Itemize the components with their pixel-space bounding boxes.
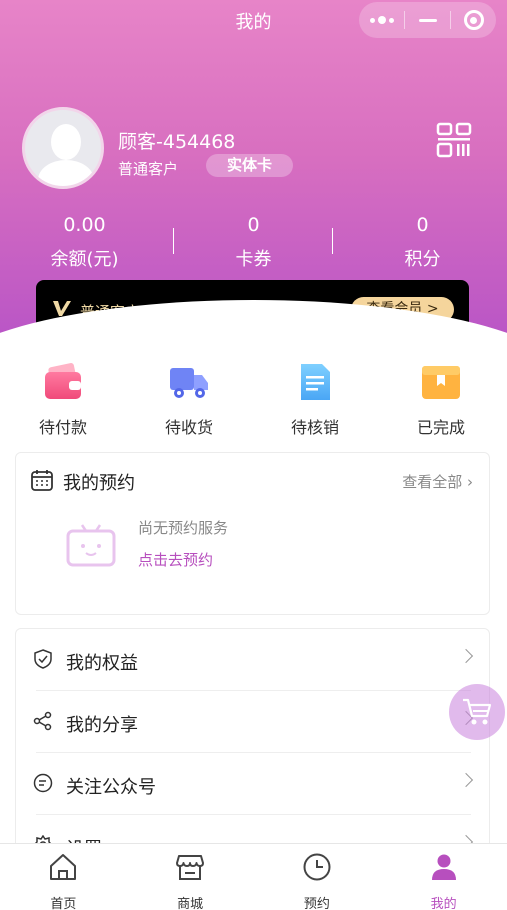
bottom-tab-bar: 首页 商城 预约 我的 — [0, 843, 507, 910]
target-icon — [463, 10, 484, 30]
avatar[interactable] — [22, 107, 104, 189]
chevron-right-icon — [458, 648, 474, 664]
stat-label: 积分 — [404, 249, 441, 270]
calendar-icon — [31, 470, 53, 491]
tab-appointment[interactable]: 预约 — [254, 844, 381, 910]
document-icon — [301, 364, 330, 400]
chevron-right-icon: › — [467, 473, 473, 491]
stat-divider — [332, 228, 333, 254]
stat-label: 卡券 — [235, 249, 272, 270]
stat-value: 0 — [416, 214, 429, 236]
tab-home[interactable]: 首页 — [0, 844, 127, 910]
settings-menu: 我的权益 我的分享 关注公众号 — [15, 628, 490, 858]
home-icon — [50, 854, 77, 880]
menu-label: 关注公众号 — [66, 777, 156, 798]
order-pending-verification[interactable]: 待核销 — [252, 362, 378, 438]
appointment-card: 我的预约 查看全部 › 尚无预约服务 点击去预约 — [15, 452, 490, 615]
wallet-icon — [45, 363, 81, 399]
stat-value: 0.00 — [63, 214, 106, 236]
empty-tv-icon — [66, 524, 116, 567]
order-pending-receipt[interactable]: 待收货 — [126, 362, 252, 438]
user-icon — [431, 854, 456, 880]
menu-item-share[interactable]: 我的分享 — [16, 691, 489, 753]
user-name: 顾客-454468 — [118, 131, 236, 153]
stat-label: 余额(元) — [50, 249, 119, 270]
more-dots-icon — [369, 16, 394, 24]
avatar-body-shape — [38, 160, 94, 186]
order-label: 待核销 — [290, 418, 339, 437]
order-status-row: 待付款 待收货 待核销 已完成 — [0, 362, 507, 438]
chat-bubble-icon — [33, 773, 53, 793]
stat-balance[interactable]: 0.00 余额(元) — [0, 214, 169, 271]
minimize-button[interactable] — [405, 2, 450, 38]
share-icon — [33, 711, 52, 731]
book-appointment-link[interactable]: 点击去预约 — [138, 549, 213, 570]
menu-item-follow-account[interactable]: 关注公众号 — [16, 753, 489, 815]
shopping-cart-icon — [463, 698, 492, 725]
chevron-right-icon — [458, 772, 474, 788]
view-all-label: 查看全部 — [402, 473, 463, 491]
view-all-appointments-link[interactable]: 查看全部 › — [402, 471, 473, 492]
miniprogram-capsule — [359, 2, 496, 38]
tab-label: 首页 — [50, 897, 77, 910]
menu-item-benefits[interactable]: 我的权益 — [16, 629, 489, 691]
stat-coupons[interactable]: 0 卡券 — [169, 214, 338, 271]
card-type-badge[interactable]: 实体卡 — [206, 154, 293, 177]
tab-mine[interactable]: 我的 — [380, 844, 507, 910]
profile-header-background: 我的 顾客-454468 普通客户 实体卡 0.00 余额(元) 0 卡券 0 … — [0, 0, 507, 340]
package-icon — [422, 366, 460, 399]
tab-label: 预约 — [303, 897, 330, 910]
minus-icon — [418, 18, 437, 22]
qr-code-icon[interactable] — [436, 122, 472, 158]
stat-value: 0 — [247, 214, 260, 236]
tab-label: 商城 — [177, 897, 204, 910]
menu-label: 我的分享 — [66, 715, 138, 736]
tab-label: 我的 — [430, 897, 457, 910]
user-level: 普通客户 — [118, 160, 179, 178]
order-label: 待收货 — [164, 418, 213, 437]
stat-points[interactable]: 0 积分 — [338, 214, 507, 271]
order-label: 已完成 — [416, 418, 465, 437]
store-icon — [176, 855, 205, 880]
profile-page: 我的 顾客-454468 普通客户 实体卡 0.00 余额(元) 0 卡券 0 … — [0, 0, 507, 910]
avatar-head-shape — [51, 124, 81, 160]
tab-mall[interactable]: 商城 — [127, 844, 254, 910]
order-completed[interactable]: 已完成 — [378, 362, 504, 438]
empty-appointment-text: 尚无预约服务 — [138, 519, 229, 537]
clock-icon — [303, 853, 331, 881]
close-miniprogram-button[interactable] — [451, 2, 496, 38]
delivery-truck-icon — [170, 368, 208, 398]
appointment-title: 我的预约 — [63, 473, 135, 494]
menu-label: 我的权益 — [66, 653, 138, 674]
order-pending-payment[interactable]: 待付款 — [0, 362, 126, 438]
floating-cart-button[interactable] — [449, 684, 505, 740]
shield-check-icon — [34, 649, 52, 669]
stat-divider — [173, 228, 174, 254]
account-stats: 0.00 余额(元) 0 卡券 0 积分 — [0, 214, 507, 271]
order-label: 待付款 — [38, 418, 87, 437]
more-menu-button[interactable] — [359, 2, 404, 38]
